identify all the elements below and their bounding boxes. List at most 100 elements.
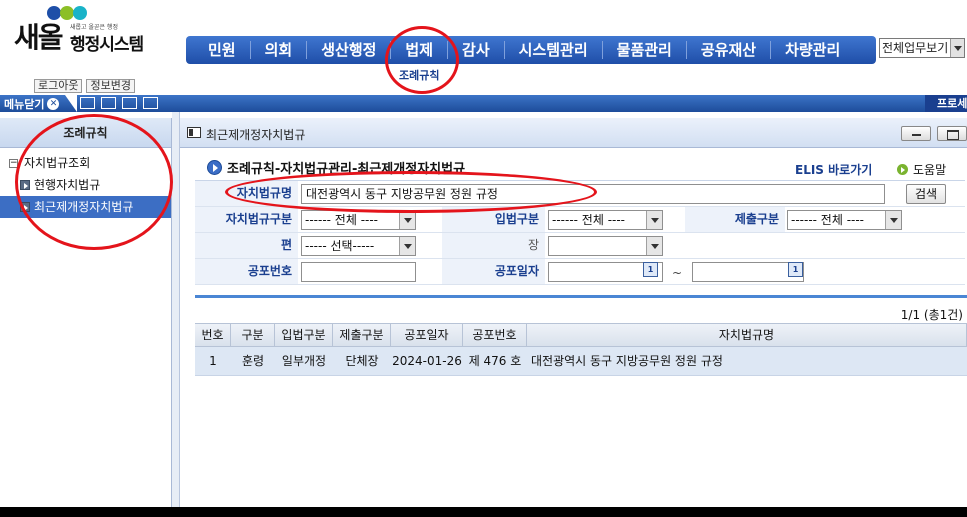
sidebar-item-label: 현행자치법규 — [34, 178, 101, 192]
submit-type-label: 제출구분 — [685, 207, 785, 232]
nav-council[interactable]: 의회 — [251, 41, 308, 59]
sidebar-item-current-laws[interactable]: 현행자치법규 — [0, 174, 171, 196]
law-name-input[interactable]: 대전광역시 동구 지방공무원 정원 규정 — [301, 184, 885, 204]
top-navigation: 민원 의회 생산행정 법제 감사 시스템관리 물품관리 공유재산 차량관리 — [186, 36, 876, 64]
promulgation-number-label: 공포번호 — [195, 259, 298, 284]
form-row-promulgation: 공포번호 공포일자 1 ~ 1 — [195, 259, 965, 285]
form-row-types: 자치법규구분 ------ 전체 ---- 입법구분 ------ 전체 ---… — [195, 207, 965, 233]
strip-notch — [65, 95, 77, 112]
promulgation-date-label: 공포일자 — [442, 259, 545, 284]
subnav-ordinance-rules[interactable]: 조례규칙 — [399, 67, 439, 83]
nav-vehicle-admin[interactable]: 차량관리 — [771, 41, 854, 59]
column-header[interactable]: 공포일자 — [391, 324, 463, 346]
column-header[interactable]: 입법구분 — [275, 324, 333, 346]
law-type-value: ------ 전체 ---- — [305, 213, 379, 227]
cell-legislation-type: 일부개정 — [281, 354, 327, 368]
column-header[interactable]: 자치법규명 — [527, 324, 967, 346]
elis-link[interactable]: ELIS 바로가기 — [795, 161, 872, 178]
layout-single-icon[interactable] — [80, 97, 95, 109]
window-title: 최근제개정자치법규 — [206, 128, 306, 142]
change-info-button[interactable]: 정보변경 — [86, 79, 135, 93]
chapter-select[interactable] — [548, 236, 663, 256]
legislation-type-value: ------ 전체 ---- — [552, 213, 626, 227]
page-title-text: 조례규칙-자치법규관리-최근제개정자치법규 — [227, 162, 466, 177]
play-bullet-icon — [20, 180, 30, 190]
date-range-separator: ~ — [672, 266, 683, 280]
law-type-label: 자치법규구분 — [195, 207, 298, 232]
cell-law-name[interactable]: 대전광역시 동구 지방공무원 정원 규정 — [527, 347, 967, 375]
volume-value: ----- 선택----- — [305, 239, 375, 253]
arrow-right-circle-icon — [207, 160, 222, 175]
sidebar-splitter[interactable] — [172, 112, 180, 507]
chevron-down-icon — [399, 211, 415, 229]
submit-type-value: ------ 전체 ---- — [791, 213, 865, 227]
sidebar-item-label: 최근제개정자치법규 — [34, 200, 134, 214]
tree-collapse-icon[interactable]: − — [9, 159, 18, 168]
chevron-down-icon — [646, 211, 662, 229]
layout-rows-icon[interactable] — [122, 97, 137, 109]
maximize-button[interactable] — [937, 126, 967, 141]
column-header[interactable]: 공포번호 — [463, 324, 527, 346]
menu-close-button[interactable]: 메뉴닫기 ✕ — [4, 96, 60, 112]
chevron-down-icon — [646, 237, 662, 255]
cell-number: 1 — [209, 354, 217, 368]
close-icon: ✕ — [47, 98, 60, 110]
sidebar-group-label: 자치법규조회 — [24, 156, 91, 170]
page-title: 조례규칙-자치법규관리-최근제개정자치법규 — [207, 158, 465, 177]
submit-type-select[interactable]: ------ 전체 ---- — [787, 210, 902, 230]
layout-switcher — [80, 97, 158, 109]
chevron-down-icon — [885, 211, 901, 229]
nav-public-property[interactable]: 공유재산 — [687, 41, 772, 59]
calendar-icon[interactable]: 1 — [643, 262, 658, 277]
nav-goods-admin[interactable]: 물품관리 — [603, 41, 687, 59]
app-frame: 새올 새롭고 올곧은 행정 행정시스템 민원 의회 생산행정 법제 감사 시스템… — [0, 0, 967, 507]
result-table: 번호 구분 입법구분 제출구분 공포일자 공포번호 자치법규명 1 훈령 일부개… — [195, 323, 967, 376]
promulgation-number-input[interactable] — [301, 262, 416, 282]
window-icon — [187, 127, 201, 138]
cell-category: 훈령 — [241, 354, 265, 368]
result-count: 1/1 (총1건) — [900, 308, 963, 322]
nav-system-admin[interactable]: 시스템관리 — [505, 41, 603, 59]
chevron-down-icon — [950, 39, 964, 57]
go-circle-icon — [897, 164, 908, 175]
content-window: 최근제개정자치법규 조례규칙-자치법규관리-최근제개정자치법규 ELIS 바로가… — [180, 118, 967, 507]
cell-promulgation-number: 제 476 호 — [468, 354, 522, 368]
search-form: 자치법규명 대전광역시 동구 지방공무원 정원 규정 검색 자치법규구분 ---… — [195, 180, 965, 286]
logout-button[interactable]: 로그아웃 — [34, 79, 83, 93]
layout-columns-icon[interactable] — [143, 97, 158, 109]
form-row-volume: 편 ----- 선택----- 장 — [195, 233, 965, 259]
sidebar-group-autonomous-law[interactable]: − 자치법규조회 — [0, 152, 171, 174]
help-label: 도움말 — [913, 163, 947, 177]
layout-grid-icon[interactable] — [101, 97, 116, 109]
legislation-type-select[interactable]: ------ 전체 ---- — [548, 210, 663, 230]
nav-civil-affairs[interactable]: 민원 — [192, 41, 251, 59]
legislation-type-label: 입법구분 — [442, 207, 545, 232]
column-header[interactable]: 번호 — [195, 324, 231, 346]
column-header[interactable]: 제출구분 — [333, 324, 391, 346]
nav-production-admin[interactable]: 생산행정 — [307, 41, 392, 59]
help-link[interactable]: 도움말 — [897, 161, 946, 178]
menu-close-label: 메뉴닫기 — [4, 98, 45, 111]
saeol-logo[interactable]: 새올 새롭고 올곧은 행정 행정시스템 — [12, 4, 172, 62]
column-header[interactable]: 구분 — [231, 324, 275, 346]
menu-strip: 메뉴닫기 ✕ — [0, 95, 967, 112]
nav-audit[interactable]: 감사 — [448, 41, 505, 59]
nav-legislation[interactable]: 법제 — [391, 41, 449, 59]
account-bar: 로그아웃 정보변경 — [34, 79, 135, 93]
work-view-select[interactable]: 전체업무보기 — [879, 38, 965, 58]
form-row-name: 자치법규명 대전광역시 동구 지방공무원 정원 규정 검색 — [195, 181, 965, 207]
sidebar-title: 조례규칙 — [0, 118, 171, 148]
play-bullet-icon — [20, 202, 30, 212]
law-type-select[interactable]: ------ 전체 ---- — [301, 210, 416, 230]
process-tab[interactable]: 프로세 — [925, 95, 967, 112]
volume-label: 편 — [195, 233, 298, 258]
minimize-button[interactable] — [901, 126, 931, 141]
sidebar: 조례규칙 − 자치법규조회 현행자치법규 최근제개정자치법규 — [0, 118, 172, 507]
calendar-icon[interactable]: 1 — [788, 262, 803, 277]
cell-submit-type: 단체장 — [345, 354, 379, 368]
table-row[interactable]: 1 훈령 일부개정 단체장 2024-01-26 제 476 호 대전광역시 동… — [195, 347, 967, 376]
window-titlebar: 최근제개정자치법규 — [180, 118, 967, 148]
search-button[interactable]: 검색 — [906, 184, 946, 204]
sidebar-item-recent-revisions[interactable]: 최근제개정자치법규 — [0, 196, 171, 218]
volume-select[interactable]: ----- 선택----- — [301, 236, 416, 256]
